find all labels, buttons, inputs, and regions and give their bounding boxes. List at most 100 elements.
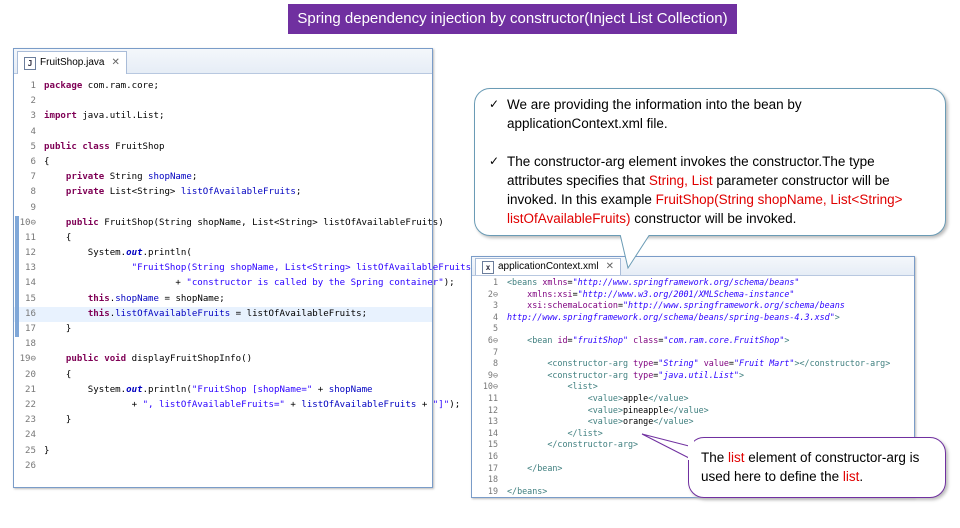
line-number: 14 — [487, 427, 498, 438]
code-line[interactable]: 3 xsi:schemaLocation="http://www.springf… — [472, 300, 914, 312]
java-code-area[interactable]: 1 package com.ram.core; 2 3 import java.util… — [14, 79, 487, 474]
code-text: <list> — [567, 381, 598, 392]
tab-label: applicationContext.xml — [498, 261, 599, 272]
code-line[interactable]: 5 — [472, 323, 914, 335]
callout-text: We are providing the information into th… — [507, 97, 802, 131]
code-line[interactable]: 1 <beans xmlns="http://www.springframewor… — [472, 277, 914, 289]
change-marker — [15, 261, 19, 277]
change-marker — [15, 246, 19, 262]
code-text: public FruitShop(String shopName, List<S… — [65, 217, 444, 228]
code-line[interactable]: 15 this.shopName = shopName; — [14, 291, 432, 307]
code-line[interactable]: 10⊖ public FruitShop(String shopName, Li… — [14, 215, 444, 231]
code-line[interactable]: 25} — [14, 444, 432, 459]
code-line[interactable]: 17 } — [14, 322, 432, 338]
code-line[interactable]: 13 <value>orange</value> — [472, 416, 914, 428]
code-line[interactable]: 12 <value>pineapple</value> — [472, 405, 914, 417]
code-line[interactable]: 2 — [14, 94, 432, 109]
code-text: </constructor-arg> — [547, 439, 639, 450]
callout-tail — [619, 228, 652, 270]
code-line[interactable]: 13 "FruitShop(String shopName, List<Stri… — [14, 261, 487, 277]
callout-bubble-bottom: The list element of constructor-arg is u… — [688, 437, 946, 498]
code-text: <value>apple</value> — [587, 392, 689, 403]
java-tab-bar: J FruitShop.java ✕ — [14, 49, 432, 74]
change-marker — [15, 215, 19, 231]
code-text: private List<String> listOfAvailableFrui… — [65, 187, 302, 198]
line-number: 15 — [487, 439, 498, 450]
code-line[interactable]: 26 — [14, 459, 432, 474]
tab-label: FruitShop.java — [40, 57, 105, 68]
code-line[interactable]: 8 private List<String> listOfAvailableFr… — [14, 185, 432, 200]
code-line[interactable]: 7 — [472, 347, 914, 359]
line-number: 25 — [25, 445, 36, 456]
code-text: + "constructor is called by the Spring c… — [44, 278, 455, 289]
java-file-icon: J — [24, 56, 36, 70]
code-line[interactable]: 20 { — [14, 368, 432, 383]
code-text: private String shopName; — [65, 172, 198, 183]
line-number: 11 — [487, 392, 498, 403]
code-line[interactable]: 4 http://www.springframework.org/schema/b… — [472, 312, 914, 324]
code-line[interactable]: 19⊖ public void displayFruitShopInfo() — [14, 352, 432, 367]
highlight-text: list — [728, 450, 745, 465]
close-icon[interactable]: ✕ — [111, 52, 119, 74]
line-number: 21 — [25, 384, 36, 395]
line-number: 9 — [30, 202, 36, 213]
line-number: 18 — [25, 339, 36, 350]
code-line[interactable]: 8 <constructor-arg type="String" value="… — [472, 358, 914, 370]
line-number: 18 — [487, 474, 498, 485]
line-number: 24 — [25, 430, 36, 441]
line-number: 22 — [25, 399, 36, 410]
code-line[interactable]: 6{ — [14, 155, 432, 170]
code-text: <bean id="fruitShop" class="com.ram.core… — [527, 334, 790, 345]
code-line[interactable]: 23 } — [14, 413, 432, 428]
code-line[interactable]: 11 <value>apple</value> — [472, 393, 914, 405]
line-number: 10⊖ — [482, 381, 498, 392]
callout-tail — [641, 433, 694, 460]
line-number: 19 — [487, 485, 498, 496]
callout-text: The list element of constructor-arg is u… — [701, 448, 937, 486]
code-text: <constructor-arg type="java.util.List"> — [547, 369, 745, 380]
code-text: <value>pineapple</value> — [587, 404, 709, 415]
code-text: "FruitShop(String shopName, List<String>… — [131, 263, 488, 274]
line-number: 17 — [487, 462, 498, 473]
code-line[interactable]: 14 + "constructor is called by the Sprin… — [14, 276, 455, 292]
line-number: 8 — [30, 187, 36, 198]
code-line[interactable]: 21 System.out.println("FruitShop [shopNa… — [14, 383, 432, 398]
line-number: 2⊖ — [487, 288, 498, 299]
text-part: constructor will be invoked. — [630, 211, 797, 226]
xml-tab-bar: x applicationContext.xml ✕ — [472, 257, 914, 276]
code-line[interactable]: 5 public class FruitShop — [14, 140, 432, 155]
code-text: import java.util.List; — [44, 111, 165, 122]
code-line[interactable]: 12 System.out.println( — [14, 246, 432, 262]
line-number: 3 — [30, 111, 36, 122]
code-text: { — [44, 369, 72, 380]
code-line[interactable]: 4 — [14, 125, 432, 140]
code-line[interactable]: 11 { — [14, 230, 432, 247]
code-line[interactable]: 10⊖ <list> — [472, 381, 914, 393]
line-number: 6 — [30, 156, 36, 167]
code-line[interactable]: 16 this.listOfAvailableFruits = listOfAv… — [14, 306, 432, 322]
code-line[interactable]: 1 package com.ram.core; — [14, 79, 432, 94]
code-text: xsi:schemaLocation="http://www.springfra… — [527, 300, 845, 311]
code-line[interactable]: 2⊖ xmlns:xsi="http://www.w3.org/2001/XML… — [472, 289, 914, 301]
code-line[interactable]: 6⊖ <bean id="fruitShop" class="com.ram.c… — [472, 335, 914, 347]
line-number: 26 — [25, 460, 36, 471]
code-line[interactable]: 24 — [14, 428, 432, 443]
callout-bubble-top: ✓ We are providing the information into … — [474, 88, 946, 236]
line-number: 23 — [25, 415, 36, 426]
code-line[interactable]: 9 — [14, 201, 432, 216]
line-number: 2 — [30, 96, 36, 107]
code-text: http://www.springframework.org/schema/be… — [507, 311, 840, 322]
code-line[interactable]: 18 — [14, 337, 432, 352]
line-number: 12 — [487, 404, 498, 415]
code-line[interactable]: 3 import java.util.List; — [14, 109, 432, 124]
code-text: xmlns:xsi="http://www.w3.org/2001/XMLSch… — [527, 288, 795, 299]
line-number: 3 — [492, 300, 498, 311]
tab-fruitshop-java[interactable]: J FruitShop.java ✕ — [17, 51, 127, 74]
code-line[interactable]: 9⊖ <constructor-arg type="java.util.List… — [472, 370, 914, 382]
code-line[interactable]: 22 + ", listOfAvailableFruits=" + listOf… — [14, 398, 460, 413]
code-line[interactable]: 7 private String shopName; — [14, 170, 432, 185]
code-text: <value>orange</value> — [587, 416, 694, 427]
change-marker — [15, 322, 19, 338]
code-text: </list> — [567, 427, 603, 438]
line-number: 6⊖ — [487, 334, 498, 345]
